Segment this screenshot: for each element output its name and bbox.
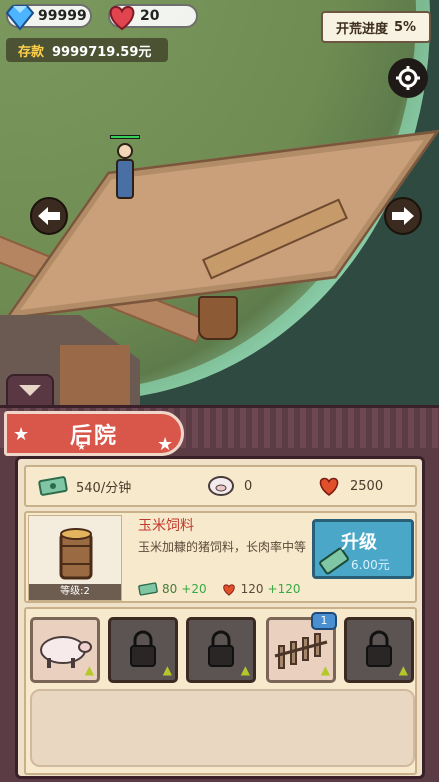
item-name: 玉米饲料 [138, 518, 194, 534]
house-wall [60, 345, 130, 405]
slot-fence[interactable]: 1 ▲ [266, 612, 337, 683]
progress-value: 5% [393, 19, 417, 35]
feed-bucket[interactable] [198, 296, 238, 340]
savings-label: 存款 [18, 44, 45, 60]
area-panel: ★ ★ ★ 后院 540/分钟 0 2500 等级:2 玉米饲料 玉米加糠的猪饲… [0, 405, 439, 782]
savings-display: 存款 9999719.59元 [6, 38, 168, 62]
slot-locked-2[interactable]: ▲ [108, 617, 178, 683]
gems-value: 99999 [38, 8, 87, 24]
item-thumbnail[interactable]: 等级:2 [28, 515, 122, 601]
pig-count-stat: 0 [206, 475, 252, 497]
star-icon: ★ [157, 434, 174, 455]
next-area-button[interactable] [384, 197, 422, 235]
money-effect-plus: +20 [181, 582, 207, 596]
income-value: 540/分钟 [76, 480, 132, 496]
area-stats: 540/分钟 0 2500 [24, 465, 417, 507]
upgrade-button[interactable]: 升级 6.00元 [312, 519, 414, 579]
farmer-character[interactable] [110, 135, 140, 200]
heart-effect-value: 120 [240, 582, 264, 596]
savings-value: 9999719.59元 [52, 44, 152, 60]
star-icon: ★ [13, 424, 30, 445]
upgrade-arrow-icon: ▲ [240, 663, 250, 677]
arrow-right-icon [392, 207, 414, 225]
empty-slot-area [30, 689, 415, 767]
reclaim-progress[interactable]: 开荒进度 5% [321, 11, 431, 43]
heart-icon [222, 583, 235, 596]
collapse-panel-button[interactable] [6, 374, 54, 406]
money-icon [38, 476, 68, 496]
money-icon [138, 582, 158, 596]
hearts-stat-value: 2500 [350, 478, 384, 494]
character-head [117, 143, 133, 159]
slot-locked-3[interactable]: ▲ [186, 617, 256, 683]
upgrade-arrow-icon: ▲ [320, 663, 330, 677]
arrow-left-icon [38, 207, 60, 225]
upgrade-arrow-icon: ▲ [162, 663, 172, 677]
slot-pig[interactable]: ▲ [30, 617, 100, 683]
feed-bucket-icon [59, 528, 93, 580]
item-level: 等级:2 [29, 584, 121, 600]
heart-effect-plus: +120 [267, 582, 301, 596]
heart-icon [109, 5, 135, 31]
upgrade-slots: ▲ ▲ ▲ 1 ▲ ▲ [24, 607, 417, 775]
heart-icon [319, 477, 339, 496]
character-body [116, 159, 134, 199]
upgrade-arrow-icon: ▲ [398, 663, 408, 677]
hearts-stat: 2500 [316, 474, 383, 498]
gear-icon [396, 66, 420, 90]
item-detail: 等级:2 玉米饲料 玉米加糠的猪饲料，长肉率中等 80 +20 120 +120 [24, 511, 417, 603]
health-bar [110, 135, 140, 139]
money-effect-value: 80 [162, 582, 178, 596]
upgrade-label: 升级 [341, 532, 377, 553]
pig-icon [208, 476, 234, 496]
area-title-banner: ★ ★ ★ 后院 [4, 411, 184, 456]
panel-body: 540/分钟 0 2500 等级:2 玉米饲料 玉米加糠的猪饲料，长肉率中等 8… [15, 456, 425, 779]
gems-counter[interactable]: 99999 [5, 4, 92, 31]
upgrade-arrow-icon: ▲ [84, 663, 94, 677]
count-badge: 1 [311, 612, 337, 630]
slot-locked-5[interactable]: ▲ [344, 617, 414, 683]
upgrade-price: 6.00元 [351, 558, 390, 572]
star-icon: ★ [77, 442, 86, 453]
chevron-down-icon [19, 385, 41, 396]
hearts-value: 20 [140, 8, 160, 24]
hearts-counter[interactable]: 20 [108, 4, 198, 31]
progress-label: 开荒进度 [335, 21, 388, 37]
item-description: 玉米加糠的猪饲料，长肉率中等 [138, 540, 307, 554]
pig-count-value: 0 [244, 478, 253, 494]
upgrade-effect: 80 +20 120 +120 [138, 581, 300, 597]
settings-button[interactable] [388, 58, 428, 98]
diamond-icon [5, 5, 35, 31]
income-stat: 540/分钟 [38, 475, 131, 497]
prev-area-button[interactable] [30, 197, 68, 235]
